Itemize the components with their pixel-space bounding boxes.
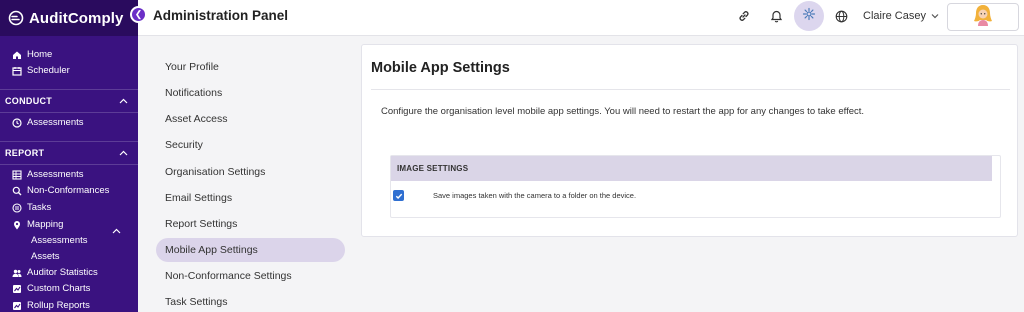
sidebar-item-label: Scheduler <box>27 65 70 76</box>
sidebar-item-label: Auditor Statistics <box>27 267 98 278</box>
user-menu[interactable]: Claire Casey <box>863 10 939 22</box>
save-images-checkbox[interactable] <box>393 190 404 201</box>
menu-item-organisation-settings[interactable]: Organisation Settings <box>165 166 265 178</box>
menu-item-email-settings[interactable]: Email Settings <box>165 192 232 204</box>
sidebar-item-label: Tasks <box>27 202 52 213</box>
sidebar-item-conduct-assessments[interactable]: Assessments <box>12 117 84 128</box>
brand[interactable]: AuditComply <box>0 0 138 36</box>
chevron-up-icon <box>119 148 128 158</box>
sidebar-item-rollup-reports[interactable]: Rollup Reports <box>12 300 90 311</box>
sidebar-item-custom-charts[interactable]: Custom Charts <box>12 283 90 294</box>
users-icon <box>12 268 22 278</box>
divider <box>0 164 138 165</box>
app-name: AuditComply <box>29 9 124 27</box>
sidebar-item-label: Assessments <box>27 117 84 128</box>
clock-icon <box>12 117 22 128</box>
mobile-app-settings-card: Mobile App Settings Configure the organi… <box>361 44 1018 237</box>
home-icon <box>12 50 22 60</box>
sidebar-item-scheduler[interactable]: Scheduler <box>12 65 70 76</box>
sidebar-item-auditor-statistics[interactable]: Auditor Statistics <box>12 267 98 278</box>
menu-item-notifications[interactable]: Notifications <box>165 87 222 99</box>
menu-item-task-settings[interactable]: Task Settings <box>165 296 227 308</box>
link-icon[interactable] <box>735 7 753 25</box>
menu-item-asset-access[interactable]: Asset Access <box>165 113 227 125</box>
auditcomply-logo-icon <box>8 10 24 26</box>
section-title: REPORT <box>5 148 45 158</box>
globe-icon[interactable] <box>832 7 850 25</box>
gear-icon <box>802 7 816 26</box>
sidebar-item-report-assessments[interactable]: Assessments <box>12 169 84 180</box>
sidebar-item-label: Custom Charts <box>27 283 91 294</box>
image-settings-header: IMAGE SETTINGS <box>391 156 992 181</box>
chevron-up-icon[interactable] <box>112 221 121 239</box>
save-images-label: Save images taken with the camera to a f… <box>433 191 637 200</box>
chart-icon <box>12 301 22 311</box>
sidebar-item-label: Rollup Reports <box>27 300 90 311</box>
divider <box>0 112 138 113</box>
chart-icon <box>12 284 22 294</box>
section-report[interactable]: REPORT <box>0 142 138 164</box>
user-name: Claire Casey <box>863 10 926 22</box>
calendar-icon <box>12 66 22 76</box>
sidebar-subitem-mapping-assets[interactable]: Assets <box>31 251 60 262</box>
menu-item-report-settings[interactable]: Report Settings <box>165 218 237 230</box>
bell-icon[interactable] <box>767 7 785 25</box>
section-title: CONDUCT <box>5 96 53 106</box>
card-title: Mobile App Settings <box>371 60 510 76</box>
tasks-icon <box>12 202 22 213</box>
sidebar-item-non-conformances[interactable]: Non-Conformances <box>12 185 109 196</box>
top-bar: AuditComply ❮ Administration Panel Clair… <box>0 0 1024 36</box>
collapse-sidebar-button[interactable]: ❮ <box>130 6 147 23</box>
menu-item-mobile-app-settings[interactable]: Mobile App Settings <box>165 244 258 256</box>
sidebar-item-mapping[interactable]: Mapping <box>12 219 63 230</box>
organisation-logo-button[interactable] <box>947 3 1019 31</box>
menu-item-your-profile[interactable]: Your Profile <box>165 61 219 73</box>
card-description: Configure the organisation level mobile … <box>381 106 865 117</box>
menu-item-security[interactable]: Security <box>165 139 203 151</box>
table-icon <box>12 169 22 180</box>
settings-button[interactable] <box>794 1 824 31</box>
page-title: Administration Panel <box>153 8 289 23</box>
avatar <box>972 3 994 32</box>
search-icon <box>12 186 22 196</box>
sidebar: Home Scheduler CONDUCT Assessments REPOR… <box>0 36 138 312</box>
chevron-down-icon <box>931 10 939 22</box>
chevron-left-icon: ❮ <box>134 9 143 19</box>
checkmark-icon <box>395 187 403 205</box>
map-pin-icon <box>12 220 22 230</box>
sidebar-item-home[interactable]: Home <box>12 49 52 60</box>
image-settings-section: IMAGE SETTINGS Save images taken with th… <box>390 155 1001 218</box>
section-conduct[interactable]: CONDUCT <box>0 90 138 112</box>
divider <box>371 89 1010 90</box>
sidebar-item-tasks[interactable]: Tasks <box>12 202 51 213</box>
sidebar-item-label: Home <box>27 49 53 60</box>
settings-menu: Your Profile Notifications Asset Access … <box>138 36 360 312</box>
chevron-up-icon <box>119 96 128 106</box>
sidebar-item-label: Mapping <box>27 219 64 230</box>
sidebar-item-label: Non-Conformances <box>27 185 110 196</box>
sidebar-subitem-mapping-assessments[interactable]: Assessments <box>31 235 88 246</box>
menu-item-non-conformance-settings[interactable]: Non-Conformance Settings <box>165 270 292 282</box>
sidebar-item-label: Assessments <box>27 169 84 180</box>
